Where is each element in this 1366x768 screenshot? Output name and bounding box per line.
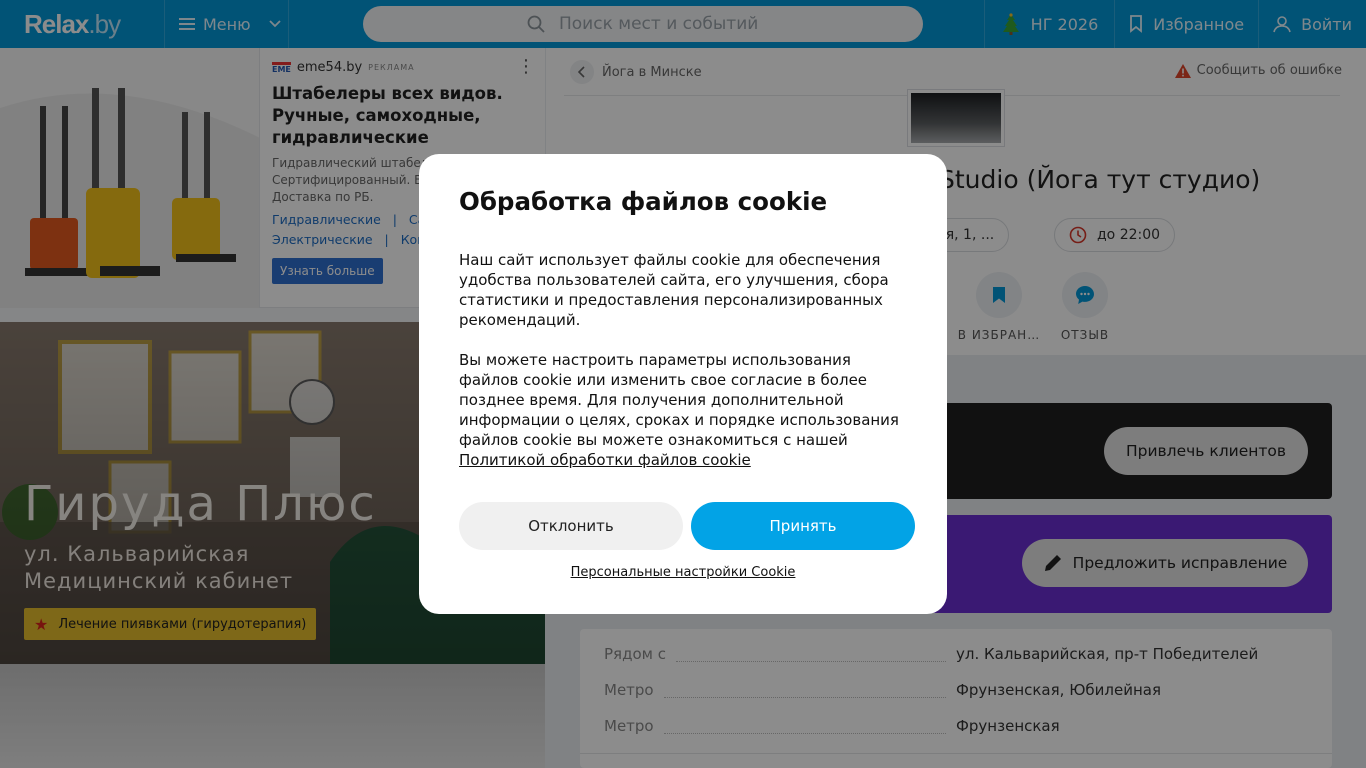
cookie-dialog-title: Обработка файлов cookie (459, 187, 828, 216)
cookie-paragraph: Вы можете настроить параметры использова… (459, 350, 907, 470)
cookie-paragraph-text: Вы можете настроить параметры использова… (459, 351, 899, 449)
cookie-buttons: Отклонить Принять (459, 502, 915, 550)
cookie-policy-link[interactable]: Политикой обработки файлов cookie (459, 451, 751, 469)
accept-button[interactable]: Принять (691, 502, 915, 550)
cookie-paragraph: Наш сайт использует файлы cookie для обе… (459, 251, 889, 329)
cookie-settings-link[interactable]: Персональные настройки Cookie (419, 565, 947, 580)
decline-button[interactable]: Отклонить (459, 502, 683, 550)
cookie-dialog: Обработка файлов cookie Наш сайт использ… (419, 154, 947, 614)
